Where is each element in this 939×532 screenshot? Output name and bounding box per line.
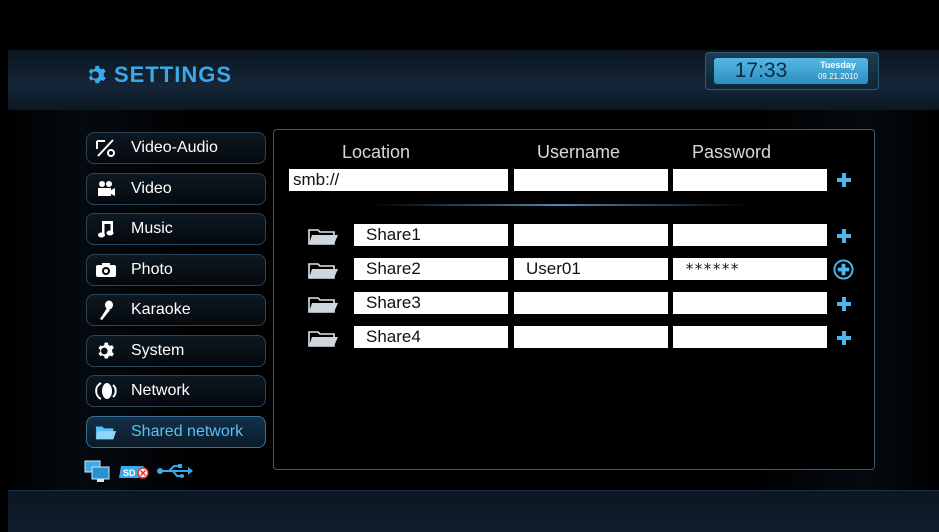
sidebar-item-shared-network[interactable]: Shared network [86, 416, 266, 448]
share1-location-input[interactable]: Share1 [354, 224, 508, 246]
share3-location-input[interactable]: Share3 [354, 292, 508, 314]
page-title: SETTINGS [86, 62, 232, 88]
folder-icon [308, 263, 338, 279]
sd-card-icon: SD [119, 466, 149, 479]
share2-add-button-selected[interactable] [833, 259, 854, 280]
share2-username-input[interactable]: User01 [514, 258, 668, 280]
new-username-input[interactable] [514, 169, 668, 191]
sidebar-item-label: System [131, 342, 185, 359]
share2-location-input[interactable]: Share2 [354, 258, 508, 280]
usb-icon [157, 464, 193, 478]
share1-password-input[interactable] [673, 224, 827, 246]
share4-add-button[interactable] [836, 330, 852, 346]
share3-username-input[interactable] [514, 292, 668, 314]
sidebar-item-karaoke[interactable]: Karaoke [86, 294, 266, 326]
clock-date: 09.21.2010 [817, 72, 859, 81]
divider [372, 204, 748, 206]
folder-icon [308, 331, 338, 347]
camera-icon [95, 259, 117, 281]
folder-icon [95, 421, 117, 443]
bottom-bar [8, 490, 939, 532]
monitors-icon [84, 460, 110, 482]
column-header-password: Password [692, 142, 772, 162]
sidebar-item-label: Karaoke [131, 301, 191, 318]
share4-location-input[interactable]: Share4 [354, 326, 508, 348]
new-location-input[interactable]: smb:// [289, 169, 508, 191]
share1-add-button[interactable] [836, 228, 852, 244]
folder-icon [308, 229, 338, 245]
video-audio-icon [95, 137, 117, 159]
new-password-input[interactable] [673, 169, 827, 191]
music-note-icon [95, 218, 117, 240]
clock-time: 17:33 [714, 58, 808, 84]
share3-password-input[interactable] [673, 292, 827, 314]
sidebar-item-network[interactable]: Network [86, 375, 266, 407]
share4-password-input[interactable] [673, 326, 827, 348]
share4-username-input[interactable] [514, 326, 668, 348]
microphone-icon [95, 299, 117, 321]
folder-icon [308, 297, 338, 313]
clock-date-box: Tuesday 09.21.2010 [808, 58, 868, 84]
gear-icon [88, 65, 106, 84]
sidebar-item-music[interactable]: Music [86, 213, 266, 245]
share3-add-button[interactable] [836, 296, 852, 312]
sidebar-item-label: Video-Audio [131, 139, 218, 156]
sidebar-item-label: Video [131, 180, 172, 197]
sidebar-item-label: Photo [131, 261, 173, 278]
sidebar-item-photo[interactable]: Photo [86, 254, 266, 286]
clock-day: Tuesday [820, 60, 856, 70]
sidebar-item-label: Network [131, 382, 190, 399]
top-bar [0, 0, 939, 50]
svg-text:SD: SD [123, 468, 136, 478]
share2-password-input[interactable]: ****** [673, 258, 827, 280]
sidebar-item-system[interactable]: System [86, 335, 266, 367]
network-icon [95, 380, 117, 402]
sidebar-item-label: Music [131, 220, 173, 237]
column-header-username: Username [537, 142, 621, 162]
video-camera-icon [95, 178, 117, 200]
column-header-location: Location [342, 142, 411, 162]
status-icons: SD [84, 458, 194, 484]
page-title-text: SETTINGS [114, 62, 233, 87]
sidebar-item-video[interactable]: Video [86, 173, 266, 205]
share1-username-input[interactable] [514, 224, 668, 246]
add-share-button[interactable] [836, 172, 852, 188]
sidebar-item-video-audio[interactable]: Video-Audio [86, 132, 266, 164]
sidebar-item-label: Shared network [131, 423, 244, 440]
gear-icon [95, 340, 117, 362]
clock-widget: 17:33 Tuesday 09.21.2010 [705, 52, 879, 90]
